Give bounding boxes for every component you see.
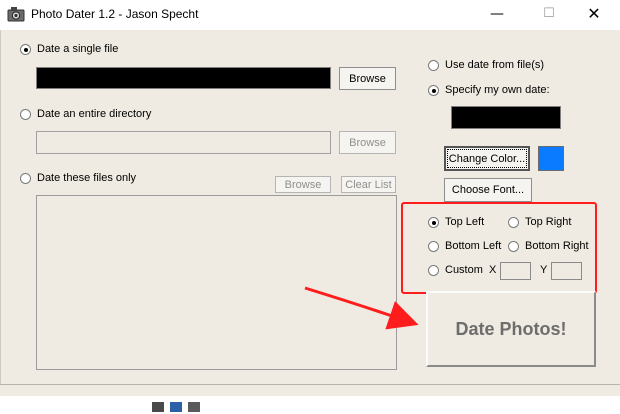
minimize-icon: — — [490, 6, 504, 22]
radio-own-date[interactable]: Specify my own date: — [428, 84, 550, 96]
radio-directory[interactable]: Date an entire directory — [20, 108, 151, 120]
radio-own-date-dot[interactable] — [428, 84, 439, 96]
taskbar-fragment — [0, 396, 620, 414]
file-list[interactable] — [36, 195, 397, 370]
close-button[interactable]: ✕ — [571, 0, 617, 30]
own-date-input[interactable] — [451, 106, 561, 129]
single-file-input[interactable] — [36, 67, 331, 89]
browse-files-button[interactable]: Browse — [275, 176, 331, 193]
browse-directory-button[interactable]: Browse — [339, 131, 396, 154]
clear-list-button[interactable]: Clear List — [341, 176, 396, 193]
radio-directory-dot[interactable] — [20, 108, 31, 120]
directory-input[interactable] — [36, 131, 331, 154]
status-strip — [0, 384, 620, 396]
date-photos-button[interactable]: Date Photos! — [426, 291, 596, 367]
close-icon: ✕ — [587, 4, 601, 23]
radio-single-file-label: Date a single file — [37, 43, 119, 55]
taskbar-app-icon[interactable] — [188, 402, 200, 412]
radio-own-date-label: Specify my own date: — [445, 84, 550, 96]
change-color-button[interactable]: Change Color... — [444, 146, 530, 171]
radio-single-file-dot[interactable] — [20, 43, 31, 55]
taskbar-app-icon[interactable] — [170, 402, 182, 412]
radio-directory-label: Date an entire directory — [37, 108, 152, 120]
taskbar-app-icon[interactable] — [152, 402, 164, 412]
title-bar: Photo Dater 1.2 - Jason Specht — ☐ ✕ — [0, 0, 620, 30]
color-swatch — [538, 146, 564, 171]
radio-files-only-label: Date these files only — [37, 172, 137, 184]
radio-files-only-dot[interactable] — [20, 172, 31, 184]
window-title: Photo Dater 1.2 - Jason Specht — [31, 7, 199, 21]
radio-date-from-file[interactable]: Use date from file(s) — [428, 59, 544, 71]
annotation-highlight-box — [401, 202, 597, 294]
camera-icon — [7, 6, 25, 22]
radio-date-from-file-label: Use date from file(s) — [445, 59, 545, 71]
maximize-icon: ☐ — [543, 6, 555, 21]
browse-file-button[interactable]: Browse — [339, 67, 396, 90]
choose-font-button[interactable]: Choose Font... — [444, 178, 532, 202]
radio-date-from-file-dot[interactable] — [428, 59, 439, 71]
maximize-button[interactable]: ☐ — [526, 0, 572, 30]
minimize-button[interactable]: — — [474, 0, 520, 30]
radio-single-file[interactable]: Date a single file — [20, 43, 118, 55]
radio-files-only[interactable]: Date these files only — [20, 172, 136, 184]
